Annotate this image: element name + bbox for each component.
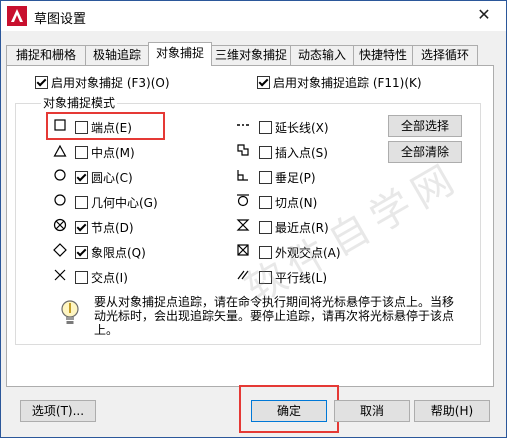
mode-perpendicular[interactable]: 垂足(P) bbox=[259, 169, 316, 186]
mode-parallel-label: 平行线(L) bbox=[275, 271, 328, 285]
checkbox-checked[interactable] bbox=[75, 171, 88, 184]
mode-center[interactable]: 圆心(C) bbox=[75, 169, 133, 186]
mode-node[interactable]: 节点(D) bbox=[75, 219, 134, 236]
mode-nearest-label: 最近点(R) bbox=[275, 221, 329, 235]
tangent-icon bbox=[237, 194, 249, 207]
parallel-icon bbox=[237, 270, 249, 280]
perpendicular-icon bbox=[237, 170, 248, 181]
checkbox-unchecked[interactable] bbox=[75, 146, 88, 159]
osnap-on-checkbox[interactable]: 启用对象捕捉 (F3)(O) bbox=[35, 74, 170, 91]
osnap-on-label: 启用对象捕捉 (F3)(O) bbox=[51, 76, 170, 90]
mode-extension[interactable]: 延长线(X) bbox=[259, 119, 329, 136]
mode-insertion-label: 插入点(S) bbox=[275, 146, 328, 160]
highlight-endpoint-box bbox=[46, 112, 165, 140]
intersection-x-icon bbox=[54, 269, 66, 281]
tab-polar-tracking[interactable]: 极轴追踪 bbox=[85, 45, 149, 65]
extension-icon bbox=[237, 124, 249, 126]
ok-button[interactable]: 确定 bbox=[251, 400, 327, 422]
cancel-button[interactable]: 取消 bbox=[334, 400, 410, 422]
mode-extension-label: 延长线(X) bbox=[275, 121, 329, 135]
center-circle-icon bbox=[54, 169, 66, 181]
clear-all-button[interactable]: 全部清除 bbox=[388, 141, 462, 163]
tracking-hint-text: 要从对象捕捉点追踪，请在命令执行期间将光标悬停于该点上。当移动光标时，会出现追踪… bbox=[94, 295, 455, 337]
mode-intersection[interactable]: 交点(I) bbox=[75, 269, 128, 286]
mode-center-label: 圆心(C) bbox=[91, 171, 133, 185]
mode-nearest[interactable]: 最近点(R) bbox=[259, 219, 329, 236]
mode-quadrant[interactable]: 象限点(Q) bbox=[75, 244, 146, 261]
midpoint-triangle-icon bbox=[53, 144, 67, 157]
lightbulb-icon bbox=[61, 300, 79, 324]
checkbox-unchecked[interactable] bbox=[75, 196, 88, 209]
checkbox-unchecked[interactable] bbox=[259, 121, 272, 134]
tab-dynamic-input[interactable]: 动态输入 bbox=[290, 45, 354, 65]
select-all-button[interactable]: 全部选择 bbox=[388, 115, 462, 137]
tab-object-snap[interactable]: 对象捕捉 bbox=[148, 42, 212, 66]
snap-modes-title: 对象捕捉模式 bbox=[41, 94, 118, 111]
otrack-on-label: 启用对象捕捉追踪 (F11)(K) bbox=[273, 76, 422, 90]
mode-intersection-label: 交点(I) bbox=[91, 271, 128, 285]
checkbox-unchecked[interactable] bbox=[259, 221, 272, 234]
checkbox-unchecked[interactable] bbox=[259, 171, 272, 184]
checkbox-unchecked[interactable] bbox=[75, 271, 88, 284]
checkbox-unchecked[interactable] bbox=[259, 146, 272, 159]
insertion-icon bbox=[237, 144, 249, 156]
checkbox-unchecked[interactable] bbox=[259, 271, 272, 284]
options-button[interactable]: 选项(T)... bbox=[20, 400, 96, 422]
tab-snap-grid[interactable]: 捕捉和栅格 bbox=[6, 45, 86, 65]
autocad-logo-icon bbox=[7, 6, 27, 26]
mode-quadrant-label: 象限点(Q) bbox=[91, 246, 146, 260]
nearest-icon bbox=[236, 219, 250, 231]
mode-apparent-intersection[interactable]: 外观交点(A) bbox=[259, 244, 341, 261]
checkbox-checked[interactable] bbox=[75, 246, 88, 259]
tab-selection-cycling[interactable]: 选择循环 bbox=[412, 45, 478, 65]
mode-tangent-label: 切点(N) bbox=[275, 196, 318, 210]
checkbox-checked[interactable] bbox=[257, 76, 270, 89]
checkbox-unchecked[interactable] bbox=[259, 196, 272, 209]
mode-node-label: 节点(D) bbox=[91, 221, 134, 235]
help-button[interactable]: 帮助(H) bbox=[414, 400, 490, 422]
mode-insertion[interactable]: 插入点(S) bbox=[259, 144, 328, 161]
checkbox-checked[interactable] bbox=[35, 76, 48, 89]
geometric-center-icon bbox=[54, 194, 66, 206]
title-bar: 草图设置 ✕ bbox=[1, 1, 506, 31]
otrack-on-checkbox[interactable]: 启用对象捕捉追踪 (F11)(K) bbox=[257, 74, 422, 91]
close-icon[interactable]: ✕ bbox=[462, 1, 506, 31]
tab-3d-object-snap[interactable]: 三维对象捕捉 bbox=[211, 45, 291, 65]
tab-quick-properties[interactable]: 快捷特性 bbox=[353, 45, 413, 65]
checkbox-unchecked[interactable] bbox=[259, 246, 272, 259]
mode-geometric-center-label: 几何中心(G) bbox=[91, 196, 158, 210]
mode-geometric-center[interactable]: 几何中心(G) bbox=[75, 194, 158, 211]
mode-parallel[interactable]: 平行线(L) bbox=[259, 269, 327, 286]
window-title: 草图设置 bbox=[34, 12, 87, 27]
quadrant-diamond-icon bbox=[53, 243, 67, 257]
drafting-settings-dialog: 草图设置 ✕ 捕捉和栅格 极轴追踪 对象捕捉 三维对象捕捉 动态输入 快捷特性 … bbox=[0, 0, 507, 438]
mode-perpendicular-label: 垂足(P) bbox=[275, 171, 316, 185]
node-icon bbox=[53, 218, 67, 232]
mode-tangent[interactable]: 切点(N) bbox=[259, 194, 317, 211]
checkbox-checked[interactable] bbox=[75, 221, 88, 234]
mode-midpoint[interactable]: 中点(M) bbox=[75, 144, 135, 161]
apparent-intersection-icon bbox=[237, 244, 249, 256]
mode-apparent-intersection-label: 外观交点(A) bbox=[275, 246, 341, 260]
mode-midpoint-label: 中点(M) bbox=[91, 146, 135, 160]
